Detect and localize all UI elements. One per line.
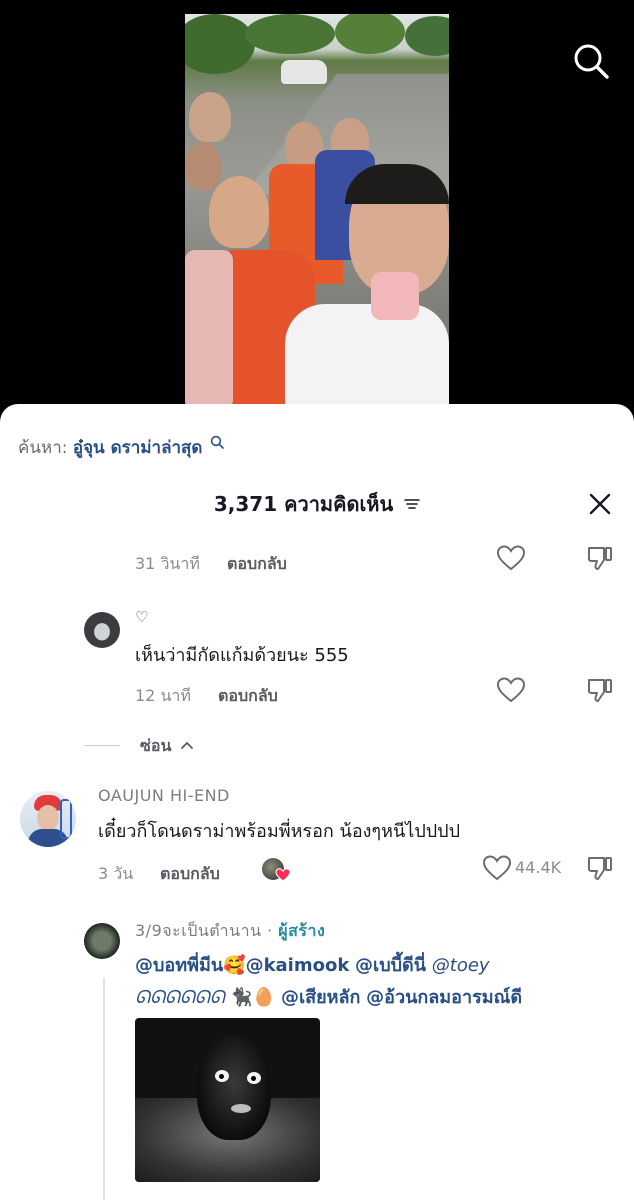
comment-text: เห็นว่ามีกัดแก้มด้วยนะ 555 <box>135 645 349 666</box>
reply-button[interactable]: ตอบกลับ <box>227 552 287 577</box>
image-face <box>197 1036 271 1140</box>
video-tree <box>335 14 405 54</box>
chevron-up-icon <box>181 742 193 749</box>
video-car <box>281 60 327 84</box>
comment-sheet: ค้นหา: อู๋จุน ดราม่าล่าสุด 3,371 ความคิด… <box>0 404 634 1200</box>
hide-replies-button[interactable]: ซ่อน <box>140 734 194 759</box>
dislike-icon[interactable] <box>586 676 614 704</box>
comment-text-line2: ᘏᘏᘏᘏᘏᘏ 🐈‍⬛🥚 @เสียหลัก @อ้วนกลมอารมณ์ดี <box>135 982 522 1011</box>
emoji: 🐈‍⬛🥚 <box>230 987 276 1008</box>
comment-time: 3 วัน <box>98 864 134 883</box>
creator-liked-badge <box>262 858 292 884</box>
comment-time: 31 วินาที <box>135 554 200 573</box>
comment-username[interactable]: 3/9จะเป็นตำนาน <box>135 921 262 940</box>
search-prefix: ค้นหา: <box>18 438 68 458</box>
like-count: 44.4K <box>515 858 562 877</box>
reply-button[interactable]: ตอบกลับ <box>160 862 220 887</box>
avatar[interactable] <box>84 923 120 959</box>
video-tree <box>185 14 255 74</box>
video-tree <box>245 14 335 54</box>
dislike-icon[interactable] <box>586 544 614 572</box>
image-mouth <box>231 1104 251 1113</box>
comment-image[interactable] <box>135 1018 320 1182</box>
comment-time: 12 นาที <box>135 686 191 705</box>
avatar-frame <box>60 799 72 839</box>
video-tree <box>405 16 449 56</box>
heart-icon <box>275 868 291 882</box>
comment-count: 3,371 ความคิดเห็น <box>213 492 394 516</box>
mention-link[interactable]: @เสียหลัก <box>281 987 360 1008</box>
close-icon[interactable] <box>586 490 614 518</box>
search-query[interactable]: อู๋จุน ดราม่าล่าสุด <box>73 438 203 458</box>
search-suggestion[interactable]: ค้นหา: อู๋จุน ดราม่าล่าสุด <box>18 434 224 461</box>
emoji: 🥰 <box>223 955 246 976</box>
mention-link[interactable]: @เบบี้ดีนี่ <box>355 955 426 976</box>
filter-icon[interactable] <box>404 498 420 510</box>
heart-icon[interactable] <box>483 855 511 881</box>
reply-button[interactable]: ตอบกลับ <box>218 684 278 709</box>
comment-text: เดี๋ยวก็โดนดราม่าพร้อมพี่หรอก น้องๆหนีไป… <box>98 821 461 842</box>
avatar[interactable] <box>84 612 120 648</box>
heart-icon[interactable] <box>497 545 525 571</box>
image-pupil <box>251 1076 256 1081</box>
thread-line <box>103 978 105 1200</box>
separator: · <box>261 921 279 940</box>
avatar-face <box>37 805 59 831</box>
search-icon[interactable] <box>570 40 612 82</box>
dislike-icon[interactable] <box>586 854 614 882</box>
avatar[interactable] <box>20 791 76 847</box>
mention-link[interactable]: @kaimook <box>246 955 350 976</box>
comment-username-row: 3/9จะเป็นตำนาน · ผู้สร้าง <box>135 919 325 944</box>
video-shirt <box>285 304 449 406</box>
video-person <box>185 142 221 190</box>
decorative-text: ᘏᘏᘏᘏᘏᘏ <box>135 987 225 1008</box>
video-phone <box>371 272 419 320</box>
divider <box>84 745 120 746</box>
image-pupil <box>219 1074 224 1079</box>
creator-tag: ผู้สร้าง <box>278 921 326 940</box>
video-person <box>209 176 269 248</box>
mention-link[interactable]: @toey <box>432 955 490 976</box>
video-person <box>189 92 231 142</box>
hide-replies-label: ซ่อน <box>140 736 172 755</box>
mention-link[interactable]: @อ้วนกลมอารมณ์ดี <box>366 987 522 1008</box>
comments-header[interactable]: 3,371 ความคิดเห็น <box>0 488 634 518</box>
video-player[interactable] <box>0 0 634 420</box>
mention-link[interactable]: @บอทพี่มีน <box>135 955 223 976</box>
heart-icon[interactable] <box>497 677 525 703</box>
comment-text-line1: @บอทพี่มีน🥰@kaimook @เบบี้ดีนี่ @toey <box>135 950 490 979</box>
comment-username[interactable]: ♡ <box>135 608 148 626</box>
video-frame[interactable] <box>185 14 449 406</box>
search-icon <box>210 435 224 449</box>
video-towel <box>185 250 233 406</box>
comment-username[interactable]: OAUJUN HI-END <box>98 786 230 805</box>
